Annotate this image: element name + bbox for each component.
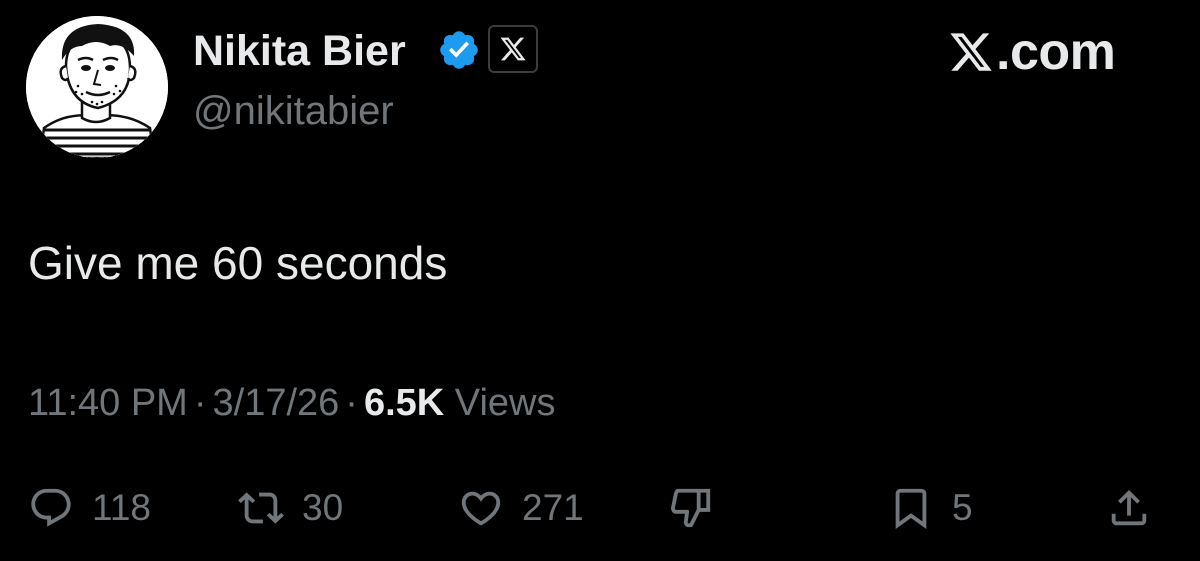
reply-count: 118 [92,487,151,528]
bookmark-button[interactable]: 5 [888,478,973,538]
avatar-illustration [26,16,168,158]
bookmark-icon [895,488,927,529]
dislike-icon [671,488,711,528]
author-handle[interactable]: @nikitabier [193,88,394,134]
reply-icon [31,488,71,527]
verified-badge-icon [440,31,478,69]
repost-icon [238,492,284,524]
author-name[interactable]: Nikita Bier [193,26,406,76]
share-icon [1111,489,1147,526]
brand-logo: .com [948,23,1116,81]
x-logo-icon [950,33,992,71]
dislike-button[interactable] [668,478,714,538]
like-count: 271 [522,487,584,528]
repost-count: 30 [302,487,344,528]
tweet-meta: 11:40 PM · 3/17/26 · 6.5K Views [28,380,555,426]
avatar[interactable] [26,16,168,158]
brand-site-text: .com [996,23,1116,81]
like-icon [461,491,501,526]
reply-button[interactable]: 118 [28,478,151,538]
like-button[interactable]: 271 [458,478,584,538]
share-button[interactable] [1106,478,1152,538]
tweet-text: Give me 60 seconds [28,237,448,289]
meta-separator: · [193,382,207,424]
views-label: Views [454,382,556,424]
bookmark-count: 5 [952,487,973,528]
views-count: 6.5K [363,382,445,424]
tweet-date[interactable]: 3/17/26 [213,382,340,424]
affiliate-badge[interactable] [488,25,538,73]
tweet-time[interactable]: 11:40 PM [28,382,188,424]
repost-button[interactable]: 30 [238,478,343,538]
x-logo-icon [500,37,526,61]
action-bar: 118 30 271 5 [0,478,1200,538]
meta-separator: · [345,382,358,424]
